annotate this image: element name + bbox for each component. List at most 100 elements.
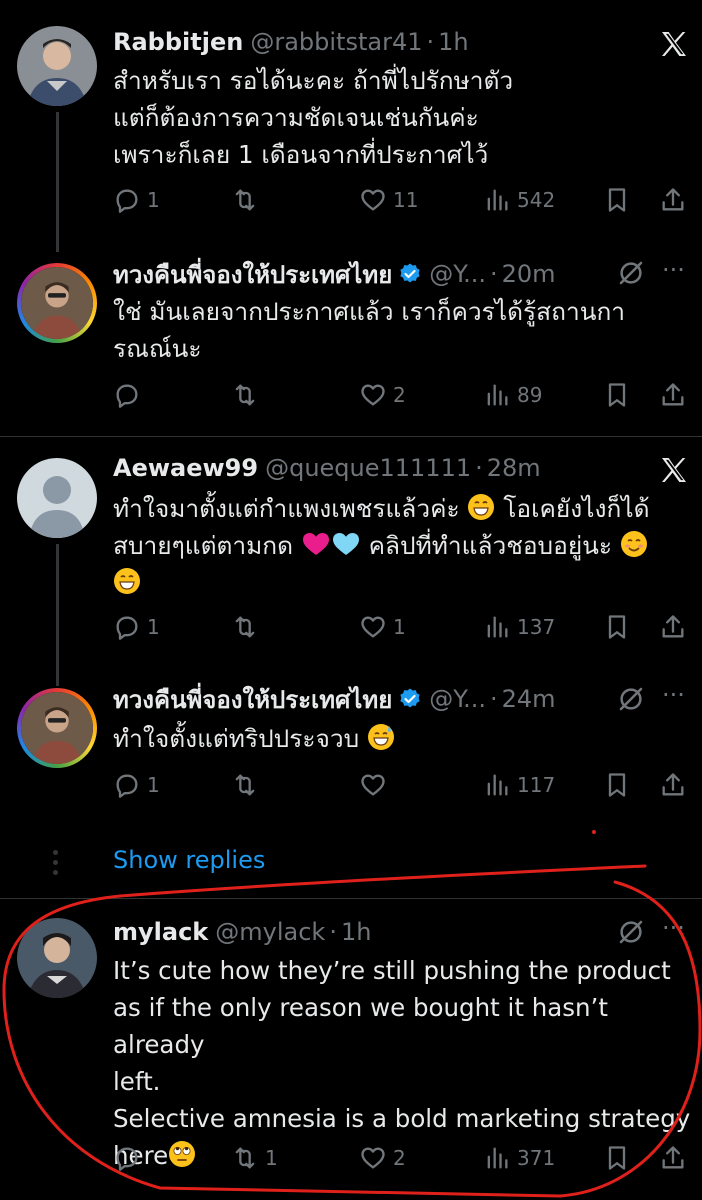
action-bar: 1 11 542 <box>113 182 693 218</box>
display-name[interactable]: ทวงคืนพี่จองให้ประเทศไทย <box>113 680 392 719</box>
like-button[interactable] <box>359 767 393 803</box>
reply-count: 1 <box>147 615 160 639</box>
reply-button[interactable] <box>113 1140 147 1176</box>
pink-heart-emoji-icon <box>302 533 329 555</box>
heart-icon <box>361 774 385 796</box>
tweet-header: ทวงคืนพี่จองให้ประเทศไทย @Y... · 20m <box>113 256 556 292</box>
views-button[interactable]: 371 <box>483 1140 555 1176</box>
retweet-count: 1 <box>265 1146 278 1170</box>
share-button[interactable] <box>659 377 687 413</box>
divider <box>0 898 702 899</box>
view-count: 89 <box>517 383 543 407</box>
more-options-icon[interactable]: ··· <box>662 256 685 284</box>
share-button[interactable] <box>659 182 687 218</box>
action-bar: 1 117 <box>113 767 693 803</box>
bookmark-button[interactable] <box>603 182 631 218</box>
separator-dot: · <box>426 28 435 56</box>
reply-button[interactable]: 1 <box>113 609 160 645</box>
tweet-header: Aewaew99 @queque111111 · 28m <box>113 450 541 486</box>
timestamp[interactable]: 1h <box>438 28 468 56</box>
avatar[interactable] <box>17 918 97 998</box>
retweet-button[interactable] <box>231 609 265 645</box>
views-button[interactable]: 137 <box>483 609 555 645</box>
reply-count: 1 <box>147 188 160 212</box>
share-icon <box>662 615 684 638</box>
display-name[interactable]: Aewaew99 <box>113 454 258 482</box>
display-name[interactable]: mylack <box>113 918 208 946</box>
avatar[interactable] <box>17 263 97 343</box>
verified-badge-icon[interactable] <box>398 687 422 711</box>
text-line: left. <box>113 1067 161 1096</box>
grinning-face-emoji-icon <box>114 568 140 594</box>
views-button[interactable]: 542 <box>483 182 555 218</box>
bookmark-button[interactable] <box>603 609 631 645</box>
display-name[interactable]: ทวงคืนพี่จองให้ประเทศไทย <box>113 255 392 294</box>
text-segment: โอเคยังไงก็ได้ <box>503 494 650 523</box>
separator-dot: · <box>489 685 498 713</box>
text-line: Selective amnesia is a bold marketing st… <box>113 1104 691 1133</box>
like-button[interactable]: 2 <box>359 1140 406 1176</box>
text-line: รณณ์นะ <box>113 334 202 363</box>
reply-button[interactable]: 1 <box>113 767 160 803</box>
share-button[interactable] <box>659 609 687 645</box>
action-bar: 2 89 <box>113 377 693 413</box>
tweet-text: สำหรับเรา รอได้นะคะ ถ้าพี่ไปรักษาตัว แต่… <box>113 62 693 173</box>
user-handle[interactable]: @Y... <box>429 685 486 713</box>
timestamp[interactable]: 1h <box>341 918 371 946</box>
bookmark-button[interactable] <box>603 1140 631 1176</box>
heart-icon <box>361 384 385 406</box>
divider <box>0 436 702 437</box>
timestamp[interactable]: 20m <box>502 260 556 288</box>
action-bar: 1 1 137 <box>113 609 693 645</box>
analytics-icon <box>487 616 508 638</box>
timestamp[interactable]: 28m <box>487 454 541 482</box>
more-options-icon[interactable]: ··· <box>662 681 685 709</box>
share-button[interactable] <box>659 1140 687 1176</box>
tweet-header: ทวงคืนพี่จองให้ประเทศไทย @Y... · 24m <box>113 681 556 717</box>
thread-dots <box>52 850 60 880</box>
text-line: เพราะก็เลย 1 เดือนจากที่ประกาศไว้ <box>113 140 489 169</box>
grok-icon[interactable] <box>616 917 646 947</box>
share-icon <box>662 188 684 211</box>
display-name[interactable]: Rabbitjen <box>113 28 243 56</box>
retweet-button[interactable] <box>231 377 265 413</box>
action-bar: 1 2 371 <box>113 1140 693 1176</box>
user-handle[interactable]: @queque111111 <box>265 454 471 482</box>
retweet-button[interactable] <box>231 182 265 218</box>
bookmark-button[interactable] <box>603 377 631 413</box>
reply-button[interactable]: 1 <box>113 182 160 218</box>
separator-dot: · <box>329 918 337 946</box>
like-button[interactable]: 1 <box>359 609 406 645</box>
like-button[interactable]: 2 <box>359 377 406 413</box>
verified-badge-icon[interactable] <box>398 262 422 286</box>
avatar[interactable] <box>17 26 97 106</box>
bookmark-icon <box>608 773 626 797</box>
retweet-button[interactable]: 1 <box>231 1140 278 1176</box>
show-replies-link[interactable]: Show replies <box>113 846 265 874</box>
retweet-button[interactable] <box>231 767 265 803</box>
user-handle[interactable]: @Y... <box>429 260 486 288</box>
text-line: ทำใจมาตั้งแต่กำแพงเพชรแล้วค่ะ โอเคยังไงก… <box>113 490 702 527</box>
analytics-icon <box>487 774 508 796</box>
light-blue-heart-emoji-icon <box>332 533 359 555</box>
text-line: It’s cute how they’re still pushing the … <box>113 956 671 985</box>
share-button[interactable] <box>659 767 687 803</box>
views-button[interactable]: 89 <box>483 377 542 413</box>
x-logo-icon[interactable] <box>658 454 690 486</box>
user-handle[interactable]: @rabbitstar41 <box>250 28 422 56</box>
bookmark-button[interactable] <box>603 767 631 803</box>
grok-icon[interactable] <box>616 684 646 714</box>
more-options-icon[interactable]: ··· <box>662 914 685 942</box>
user-handle[interactable]: @mylack <box>215 918 325 946</box>
reply-button[interactable] <box>113 377 147 413</box>
text-segment: คลิปที่ทำแล้วชอบอยู่นะ <box>368 531 613 560</box>
grok-icon[interactable] <box>616 258 646 288</box>
like-button[interactable]: 11 <box>359 182 418 218</box>
avatar[interactable] <box>17 688 97 768</box>
avatar[interactable] <box>17 458 97 538</box>
timestamp[interactable]: 24m <box>502 685 556 713</box>
views-button[interactable]: 117 <box>483 767 555 803</box>
analytics-icon <box>487 1147 508 1169</box>
view-count: 117 <box>517 773 556 797</box>
x-logo-icon[interactable] <box>658 28 690 60</box>
